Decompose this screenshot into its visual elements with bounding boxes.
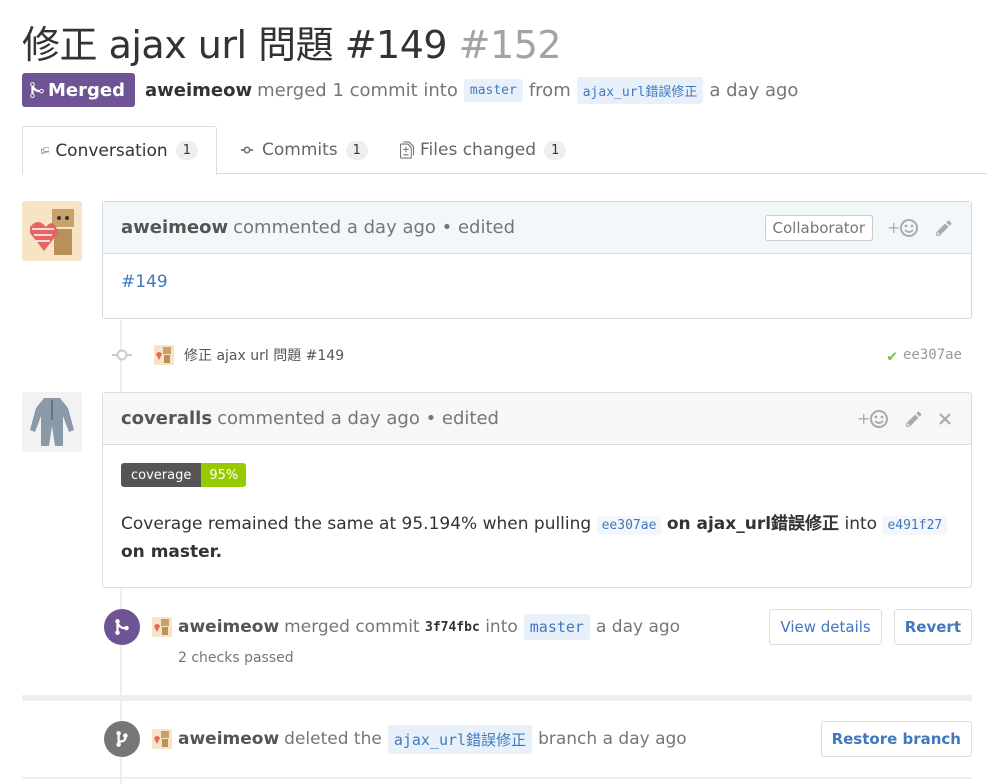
tab-counter: 1: [345, 140, 368, 160]
tab-label: Conversation: [55, 140, 168, 161]
commit-sha-area: ✔ ee307ae: [887, 346, 962, 365]
coverage-text: Coverage remained the same at 95.194% wh…: [121, 511, 953, 565]
merge-event-icon: [104, 609, 140, 645]
timeline-divider: [22, 695, 972, 701]
sha-code[interactable]: e491f27: [882, 516, 948, 535]
badge-value: 95%: [201, 463, 247, 487]
issue-link[interactable]: #149: [121, 272, 168, 292]
tab-files-changed[interactable]: Files changed 1: [382, 126, 584, 174]
merge-icon: [30, 82, 44, 98]
merge-event: aweimeow merged commit 3f74fbc into mast…: [104, 609, 972, 645]
comment-discussion-icon: [41, 146, 50, 155]
pr-time: a day ago: [709, 79, 799, 101]
commit-icon: [240, 146, 254, 154]
comment-header: coveralls commented a day ago • edited +: [103, 393, 971, 445]
state-badge: Merged: [22, 73, 135, 107]
tab-counter: 1: [544, 140, 567, 160]
comment-actions: +: [857, 409, 953, 429]
mini-avatar[interactable]: [152, 729, 172, 749]
comment-body: #149: [103, 254, 971, 310]
commit-node-icon: [112, 349, 132, 361]
file-diff-icon: [400, 141, 414, 159]
check-icon[interactable]: ✔: [887, 346, 897, 365]
danbo-avatar-icon: [22, 201, 82, 261]
tab-conversation[interactable]: Conversation 1: [22, 126, 217, 175]
sha-code[interactable]: ee307ae: [596, 516, 662, 535]
comment-header: aweimeow commented a day ago • edited Co…: [103, 202, 971, 254]
comment-actions: Collaborator +: [764, 214, 953, 241]
svg-text:+: +: [887, 218, 900, 237]
mini-avatar[interactable]: [154, 345, 174, 365]
branch-event-icon: [104, 721, 140, 757]
comment-meta: commented a day ago • edited: [217, 408, 499, 429]
badge-label: coverage: [121, 463, 202, 487]
event-into: into: [485, 617, 518, 637]
tab-label: Commits: [262, 140, 338, 160]
event-text: deleted the: [284, 729, 382, 749]
svg-text:+: +: [857, 409, 870, 428]
event-author[interactable]: aweimeow: [178, 617, 279, 637]
coverage-badge[interactable]: coverage 95%: [121, 463, 247, 487]
add-reaction-icon[interactable]: +: [887, 218, 921, 238]
checks-status[interactable]: 2 checks passed: [178, 650, 294, 666]
head-branch[interactable]: ajax_url錯誤修正: [576, 76, 704, 104]
delete-branch-event: aweimeow deleted the ajax_url錯誤修正 branch…: [104, 720, 972, 758]
event-author[interactable]: aweimeow: [178, 729, 279, 749]
comment-author[interactable]: aweimeow: [121, 217, 228, 238]
event-time: branch a day ago: [538, 729, 687, 749]
event-text: merged commit: [284, 617, 420, 637]
coverage-text-4: on master.: [121, 542, 223, 562]
edit-pencil-icon[interactable]: [935, 219, 953, 237]
comment-box: aweimeow commented a day ago • edited Co…: [102, 201, 972, 319]
merge-target-branch[interactable]: master: [523, 614, 590, 640]
pr-number: #152: [458, 23, 562, 67]
coverage-text-1: Coverage remained the same at 95.194% wh…: [121, 514, 592, 534]
merge-text: merged 1 commit into: [257, 79, 458, 101]
tab-commits[interactable]: Commits 1: [220, 126, 386, 174]
state-label: Merged: [48, 79, 125, 101]
tab-counter: 1: [175, 141, 198, 160]
merge-commit-sha[interactable]: 3f74fbc: [425, 620, 480, 635]
restore-branch-button[interactable]: Restore branch: [820, 721, 972, 757]
pr-author-link[interactable]: aweimeow: [145, 80, 252, 101]
coverage-text-3: into: [844, 514, 878, 534]
pr-tabs: Conversation 1 Commits 1 Files changed 1: [22, 126, 987, 175]
view-details-button[interactable]: View details: [769, 609, 882, 645]
page-title: 修正 ajax url 問題 #149 #152: [22, 14, 562, 69]
comment-box: coveralls commented a day ago • edited +…: [102, 392, 972, 588]
close-icon[interactable]: [937, 411, 953, 427]
avatar[interactable]: [22, 201, 82, 261]
edit-pencil-icon[interactable]: [905, 410, 923, 428]
timeline-end: [22, 777, 972, 779]
revert-button[interactable]: Revert: [893, 609, 972, 645]
pr-title: 修正 ajax url 問題 #149: [22, 23, 448, 67]
add-reaction-icon[interactable]: +: [857, 409, 891, 429]
commit-message[interactable]: 修正 ajax url 問題 #149: [184, 345, 344, 365]
from-text: from: [528, 79, 571, 101]
comment-author[interactable]: coveralls: [121, 408, 212, 429]
base-branch[interactable]: master: [463, 78, 523, 102]
coverage-text-2: on ajax_url錯誤修正: [666, 514, 840, 534]
event-buttons: Restore branch: [809, 721, 972, 757]
coveralls-avatar-icon: [22, 392, 82, 452]
pr-meta: Merged aweimeow merged 1 commit into mas…: [22, 72, 798, 108]
event-buttons: View details Revert: [757, 609, 972, 645]
commit-sha[interactable]: ee307ae: [903, 347, 962, 363]
deleted-branch[interactable]: ajax_url錯誤修正: [387, 724, 533, 754]
comment-body: coverage 95% Coverage remained the same …: [103, 445, 971, 583]
commit-row: 修正 ajax url 問題 #149 ✔ ee307ae: [112, 340, 972, 370]
mini-avatar[interactable]: [152, 617, 172, 637]
comment-meta: commented a day ago • edited: [233, 217, 516, 238]
avatar[interactable]: [22, 392, 82, 452]
event-time: a day ago: [595, 617, 681, 637]
role-label: Collaborator: [764, 214, 873, 241]
tab-label: Files changed: [420, 140, 537, 160]
